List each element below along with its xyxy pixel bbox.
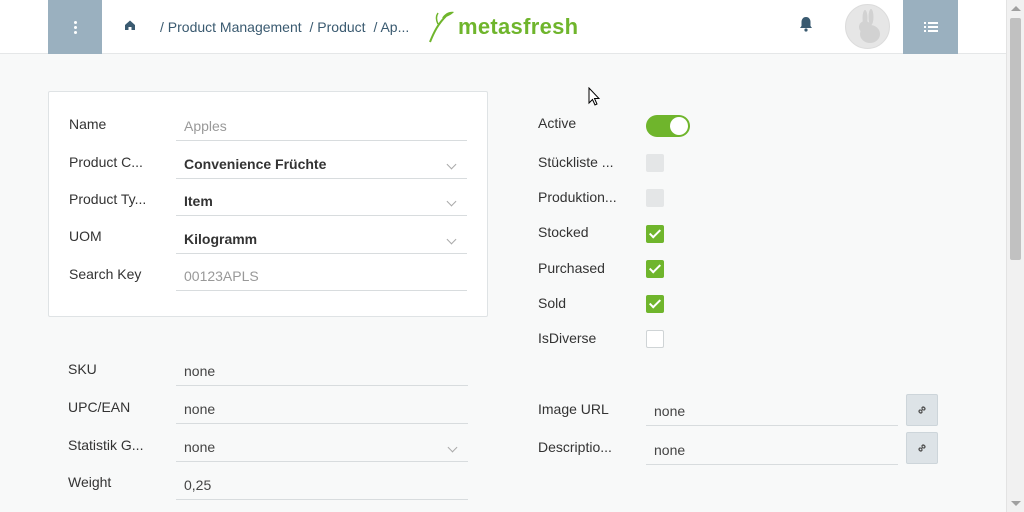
toggle-knob: [670, 117, 688, 135]
stocked-checkbox[interactable]: [646, 225, 664, 243]
product-type-value: Item: [184, 193, 213, 209]
image-url-label: Image URL: [538, 401, 609, 417]
uom-value: Kilogramm: [184, 231, 258, 247]
search-key-field[interactable]: 00123APLS: [176, 261, 467, 291]
chevron-down-icon: [447, 442, 458, 453]
bell-icon[interactable]: [797, 15, 815, 33]
breadcrumb: / Product Management / Product / Ap...: [160, 19, 413, 35]
active-toggle[interactable]: [646, 115, 690, 137]
chevron-down-icon: [446, 196, 457, 207]
top-bar: / Product Management / Product / Ap... m…: [0, 0, 1006, 54]
isdiverse-checkbox[interactable]: [646, 330, 664, 348]
product-type-label: Product Ty...: [69, 191, 147, 207]
description-link-button[interactable]: [906, 432, 938, 464]
statistik-select[interactable]: none: [176, 432, 468, 462]
statistik-value: none: [184, 439, 216, 455]
sku-field[interactable]: none: [176, 356, 468, 386]
sold-checkbox[interactable]: [646, 295, 664, 313]
image-url-link-button[interactable]: [906, 394, 938, 426]
produktion-checkbox[interactable]: [646, 189, 664, 207]
logo-leaf-icon: [429, 11, 454, 43]
upc-label: UPC/EAN: [68, 399, 131, 415]
product-category-label: Product C...: [69, 154, 143, 170]
weight-label: Weight: [68, 474, 112, 490]
stueckliste-label: Stückliste ...: [538, 154, 614, 170]
uom-label: UOM: [69, 228, 102, 244]
link-icon: [918, 444, 926, 452]
name-field[interactable]: Apples: [176, 111, 467, 141]
breadcrumb-item-product-management[interactable]: / Product Management: [160, 19, 302, 35]
name-label: Name: [69, 116, 107, 132]
link-icon: [918, 406, 926, 414]
weight-field[interactable]: 0,25: [176, 470, 468, 500]
menu-button[interactable]: [48, 0, 102, 54]
sold-label: Sold: [538, 295, 567, 311]
statistik-label: Statistik G...: [68, 437, 144, 453]
chevron-down-icon: [446, 159, 457, 170]
product-category-value: Convenience Früchte: [184, 156, 327, 172]
produktion-label: Produktion...: [538, 189, 617, 205]
logo[interactable]: metasfresh: [428, 10, 578, 44]
active-label: Active: [538, 115, 577, 131]
description-field[interactable]: none: [646, 435, 898, 465]
scroll-up-arrow-icon[interactable]: [1011, 6, 1021, 11]
uom-select[interactable]: Kilogramm: [176, 224, 467, 254]
sku-label: SKU: [68, 361, 97, 377]
search-key-label: Search Key: [69, 266, 142, 282]
breadcrumb-item-current[interactable]: / Ap...: [373, 19, 409, 35]
avatar-rabbit-icon: [859, 9, 880, 43]
scroll-thumb[interactable]: [1010, 18, 1021, 260]
mouse-cursor-icon: [588, 87, 600, 106]
purchased-label: Purchased: [538, 260, 605, 276]
breadcrumb-item-product[interactable]: / Product: [310, 19, 366, 35]
logo-text: metasfresh: [458, 14, 579, 39]
scroll-down-arrow-icon[interactable]: [1011, 501, 1021, 506]
upc-field[interactable]: none: [176, 394, 468, 424]
description-label: Descriptio...: [538, 439, 612, 455]
avatar[interactable]: [845, 4, 890, 49]
list-icon: [923, 22, 938, 32]
chevron-down-icon: [446, 234, 457, 245]
stocked-label: Stocked: [538, 224, 589, 240]
scrollbar[interactable]: [1006, 0, 1024, 512]
home-icon[interactable]: [122, 17, 138, 33]
product-type-select[interactable]: Item: [176, 186, 467, 216]
image-url-field[interactable]: none: [646, 396, 898, 426]
stueckliste-checkbox[interactable]: [646, 154, 664, 172]
purchased-checkbox[interactable]: [646, 260, 664, 278]
product-category-select[interactable]: Convenience Früchte: [176, 149, 467, 179]
list-button[interactable]: [903, 0, 958, 54]
menu-icon: [73, 20, 77, 34]
isdiverse-label: IsDiverse: [538, 330, 597, 346]
